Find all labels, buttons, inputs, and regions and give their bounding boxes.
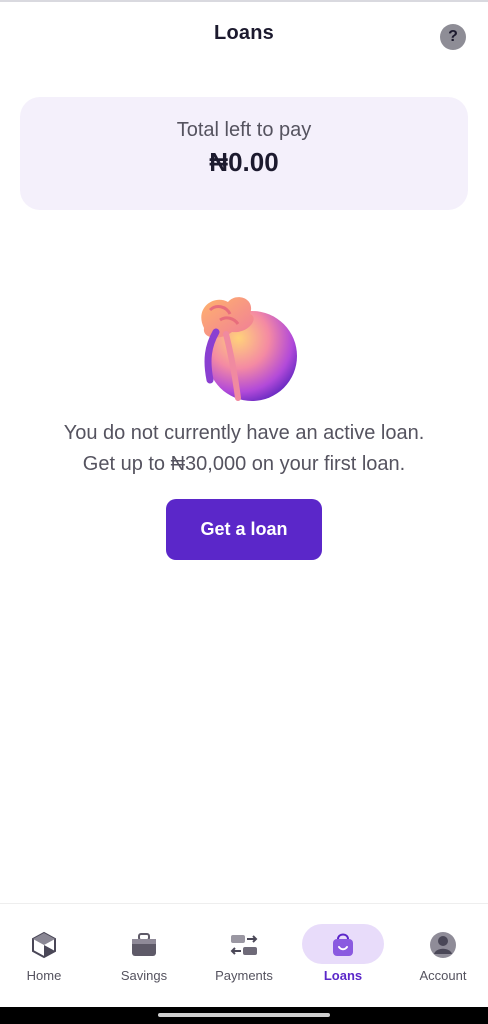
loan-summary-card: Total left to pay ₦0.00 [20, 97, 468, 210]
nav-item-home[interactable]: Home [0, 904, 93, 1004]
bottom-nav: Home Savings Payments Loans Account [0, 903, 488, 1008]
nav-label-home: Home [26, 968, 62, 983]
nav-item-payments[interactable]: Payments [195, 904, 293, 1004]
transfer-icon [230, 935, 258, 955]
nav-item-savings[interactable]: Savings [95, 904, 193, 1004]
total-left-label: Total left to pay [176, 119, 312, 141]
empty-state-line-1: You do not currently have an active loan… [63, 422, 425, 444]
briefcase-icon [132, 933, 156, 956]
nav-label-account: Account [419, 968, 467, 983]
app-header: Loans ? [0, 14, 488, 58]
bag-icon [333, 933, 353, 956]
home-gesture-handle[interactable] [158, 1013, 330, 1017]
nav-item-loans[interactable]: Loans [294, 904, 392, 1004]
total-left-amount: ₦0.00 [209, 147, 279, 177]
top-divider [0, 0, 488, 2]
empty-state-line-2: Get up to ₦30,000 on your first loan. [82, 453, 406, 475]
get-loan-button[interactable]: Get a loan [166, 499, 322, 560]
help-button[interactable]: ? [440, 24, 466, 50]
nav-label-savings: Savings [120, 968, 168, 983]
nav-item-account[interactable]: Account [394, 904, 488, 1004]
user-icon [430, 932, 456, 958]
page-title: Loans [214, 22, 274, 44]
home-icon [32, 931, 56, 959]
system-navigation-bar [0, 1007, 488, 1024]
nav-label-loans: Loans [323, 968, 363, 983]
money-bag-illustration [201, 297, 297, 401]
nav-label-payments: Payments [215, 968, 273, 983]
